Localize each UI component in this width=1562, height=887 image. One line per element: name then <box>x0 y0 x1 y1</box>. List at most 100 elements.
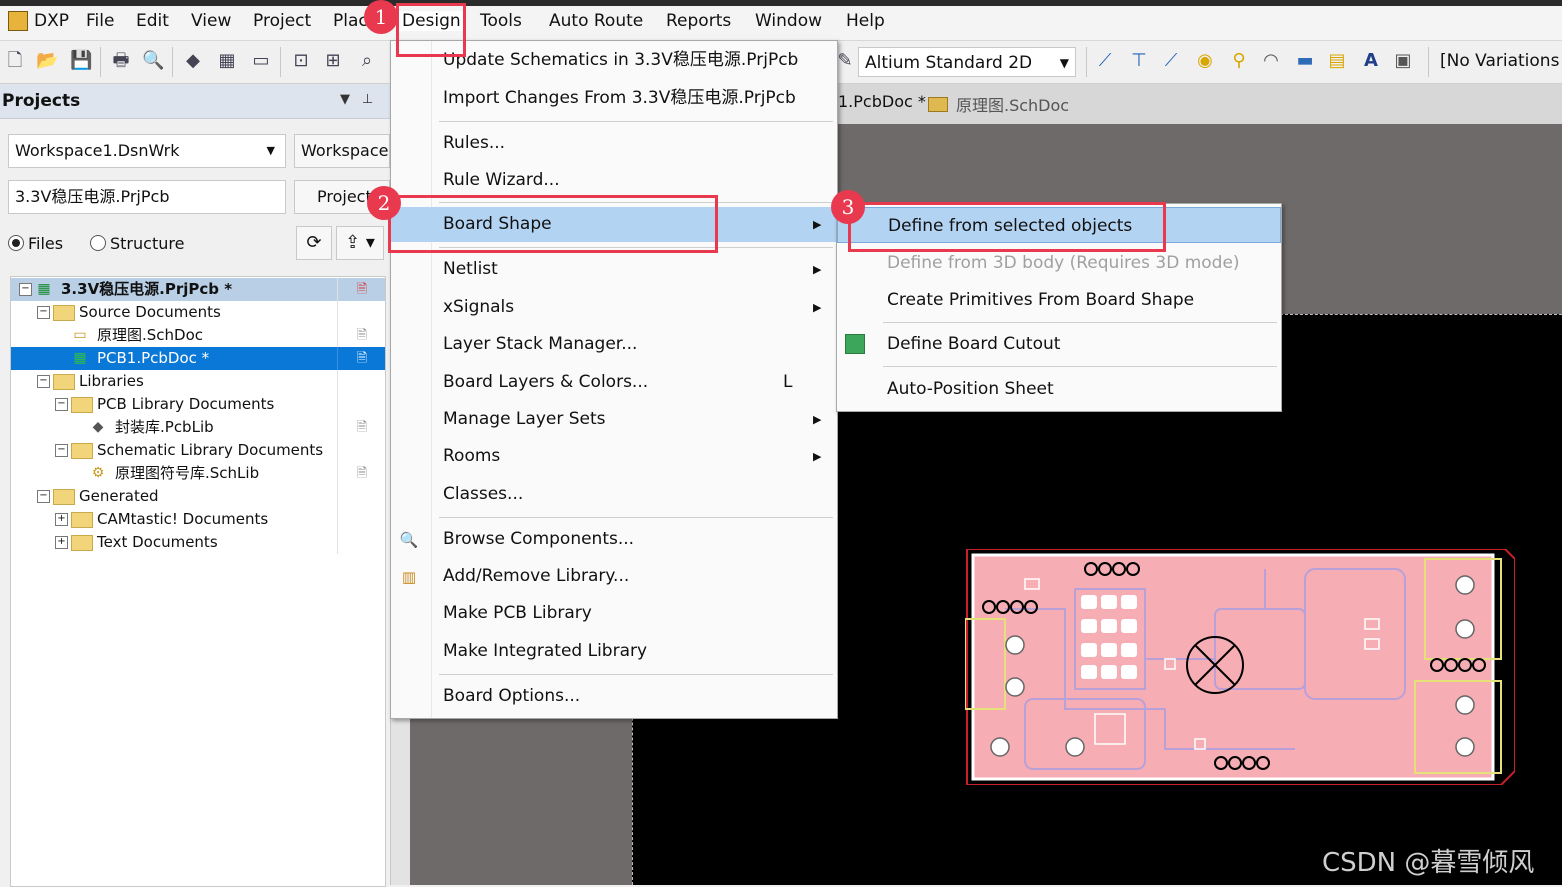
folder-icon[interactable]: ▭ <box>250 50 272 72</box>
tree-row[interactable]: + CAMtastic! Documents <box>11 508 385 531</box>
menu-item-netlist[interactable]: Netlist ▶ <box>391 252 837 287</box>
menu-item-manage-layer-sets[interactable]: Manage Layer Sets ▶ <box>391 402 837 437</box>
pad-icon[interactable]: ◉ <box>1194 50 1216 72</box>
pcb-board[interactable] <box>965 549 1515 785</box>
menu-reports[interactable]: Reports <box>666 11 731 31</box>
print-preview-icon[interactable]: 🔍 <box>142 50 164 72</box>
toolbar-separator <box>280 47 281 77</box>
collapse-icon[interactable]: − <box>55 444 68 457</box>
new-file-icon[interactable]: 🗋 <box>4 50 26 72</box>
via-icon[interactable]: ⚲ <box>1228 50 1250 72</box>
submenu-item-create-primitives[interactable]: Create Primitives From Board Shape <box>837 282 1281 318</box>
menu-view[interactable]: View <box>191 11 231 31</box>
submenu-item-auto-position-sheet[interactable]: Auto-Position Sheet <box>837 371 1281 407</box>
menu-item-layer-stack-manager[interactable]: Layer Stack Manager... <box>391 327 837 362</box>
collapse-icon[interactable]: − <box>19 283 32 296</box>
expand-icon[interactable]: + <box>55 513 68 526</box>
submenu-item-define-board-cutout[interactable]: Define Board Cutout <box>837 326 1281 362</box>
menu-item-make-integrated-library[interactable]: Make Integrated Library <box>391 634 837 669</box>
menu-item-browse-components[interactable]: 🔍 Browse Components... <box>391 522 837 557</box>
panel-menu-icon[interactable]: ▼ <box>340 92 350 107</box>
tree-row[interactable]: − PCB Library Documents <box>11 393 385 416</box>
variations-select[interactable]: [No Variations <box>1440 51 1559 71</box>
doc-icon: 🗎 <box>337 462 386 485</box>
expand-icon[interactable]: + <box>55 536 68 549</box>
view-configuration-select[interactable]: Altium Standard 2D ▼ <box>858 47 1076 77</box>
tree-row[interactable]: + Text Documents <box>11 531 385 554</box>
collapse-icon[interactable]: − <box>37 306 50 319</box>
zoom-area-icon[interactable]: ⊞ <box>322 50 344 72</box>
tab-pcb-doc[interactable]: 1.PcbDoc * <box>838 92 926 111</box>
export-icon[interactable]: ⇪ ▾ <box>336 226 384 260</box>
project-field[interactable]: 3.3V稳压电源.PrjPcb <box>8 180 286 214</box>
design-menu: Update Schematics in 3.3V稳压电源.PrjPcb Imp… <box>390 40 838 719</box>
zoom-selected-icon[interactable]: ⌕ <box>356 50 378 72</box>
chevron-down-icon: ▼ <box>1059 56 1069 70</box>
menu-item-label: xSignals <box>443 297 515 317</box>
menu-window[interactable]: Window <box>755 11 822 31</box>
component-icon[interactable]: ◆ <box>182 50 204 72</box>
tree-row[interactable]: ▭ 原理图.SchDoc 🗎 <box>11 324 385 347</box>
collapse-icon[interactable]: − <box>55 398 68 411</box>
menu-file[interactable]: File <box>86 11 114 31</box>
menu-item-import-changes[interactable]: Import Changes From 3.3V稳压电源.PrjPcb <box>391 81 837 116</box>
menu-item-board-options[interactable]: Board Options... <box>391 679 837 714</box>
modified-doc-icon: 🗎 <box>337 347 386 370</box>
tree-row[interactable]: − Libraries <box>11 370 385 393</box>
dxp-logo-icon[interactable] <box>8 11 28 33</box>
workspace-button[interactable]: Workspace <box>294 134 390 168</box>
route-multiple-icon[interactable]: ⟋ <box>1160 50 1182 72</box>
tree-row[interactable]: − ▦ 3.3V稳压电源.PrjPcb * 🗎 <box>11 278 385 301</box>
annotation-box-step3 <box>848 202 1166 252</box>
menu-item-rooms[interactable]: Rooms ▶ <box>391 439 837 474</box>
save-icon[interactable]: 💾 <box>70 50 92 72</box>
refresh-icon[interactable]: ⟳ <box>296 226 332 260</box>
menu-item-label: Browse Components... <box>443 529 635 549</box>
radio-structure[interactable]: Structure <box>90 234 184 253</box>
menu-edit[interactable]: Edit <box>136 11 169 31</box>
string-text-icon[interactable]: A <box>1360 50 1382 72</box>
tree-row[interactable]: − Source Documents <box>11 301 385 324</box>
menu-item-rules[interactable]: Rules... <box>391 126 837 161</box>
modified-doc-icon: 🗎 <box>337 278 386 301</box>
pcb-icon[interactable]: ▦ <box>216 50 238 72</box>
menu-auto-route[interactable]: Auto Route <box>549 11 643 31</box>
menu-item-xsignals[interactable]: xSignals ▶ <box>391 290 837 325</box>
menu-item-board-layers-colors[interactable]: Board Layers & Colors... L <box>391 365 837 400</box>
polygon-pour-icon[interactable]: ▤ <box>1326 50 1348 72</box>
annotation-box-step2 <box>388 195 718 253</box>
arc-icon[interactable]: ◠ <box>1260 50 1282 72</box>
tab-schematic-label: 原理图.SchDoc <box>956 96 1070 115</box>
workspace-combo[interactable]: Workspace1.DsnWrk ▼ <box>8 134 286 168</box>
menu-item-make-pcb-library[interactable]: Make PCB Library <box>391 596 837 631</box>
folder-icon <box>53 374 75 390</box>
menu-item-rule-wizard[interactable]: Rule Wizard... <box>391 163 837 198</box>
menu-project[interactable]: Project <box>253 11 311 31</box>
radio-files[interactable]: Files <box>8 234 63 253</box>
print-icon[interactable]: 🖶 <box>110 50 132 72</box>
menu-place[interactable]: Plac <box>333 11 368 31</box>
tree-row[interactable]: ⚙ 原理图符号库.SchLib 🗎 <box>11 462 385 485</box>
tree-row[interactable]: ▦ PCB1.PcbDoc * 🗎 <box>11 347 385 370</box>
pin-icon[interactable]: ⊥ <box>362 92 373 107</box>
menu-help[interactable]: Help <box>846 11 885 31</box>
tree-row[interactable]: ◆ 封装库.PcbLib 🗎 <box>11 416 385 439</box>
zoom-fit-icon[interactable]: ⊡ <box>290 50 312 72</box>
toolbar-separator <box>100 47 101 77</box>
menu-tools[interactable]: Tools <box>480 11 522 31</box>
component-place-icon[interactable]: ▣ <box>1392 50 1414 72</box>
fill-icon[interactable]: ▬ <box>1294 50 1316 72</box>
tree-row[interactable]: − Generated <box>11 485 385 508</box>
tab-schematic-doc[interactable]: 原理图.SchDoc <box>928 92 1069 116</box>
route-diff-pair-icon[interactable]: ⊤ <box>1128 50 1150 72</box>
interactive-route-icon[interactable]: ⟋ <box>1094 50 1116 72</box>
collapse-icon[interactable]: − <box>37 375 50 388</box>
radio-dot-icon <box>8 235 24 251</box>
collapse-icon[interactable]: − <box>37 490 50 503</box>
menu-item-add-remove-library[interactable]: ▥ Add/Remove Library... <box>391 559 837 594</box>
open-folder-icon[interactable]: 📂 <box>36 50 58 72</box>
radio-dot-icon <box>90 235 106 251</box>
menu-dxp[interactable]: DXP <box>34 11 69 31</box>
menu-item-classes[interactable]: Classes... <box>391 477 837 512</box>
tree-row[interactable]: − Schematic Library Documents <box>11 439 385 462</box>
